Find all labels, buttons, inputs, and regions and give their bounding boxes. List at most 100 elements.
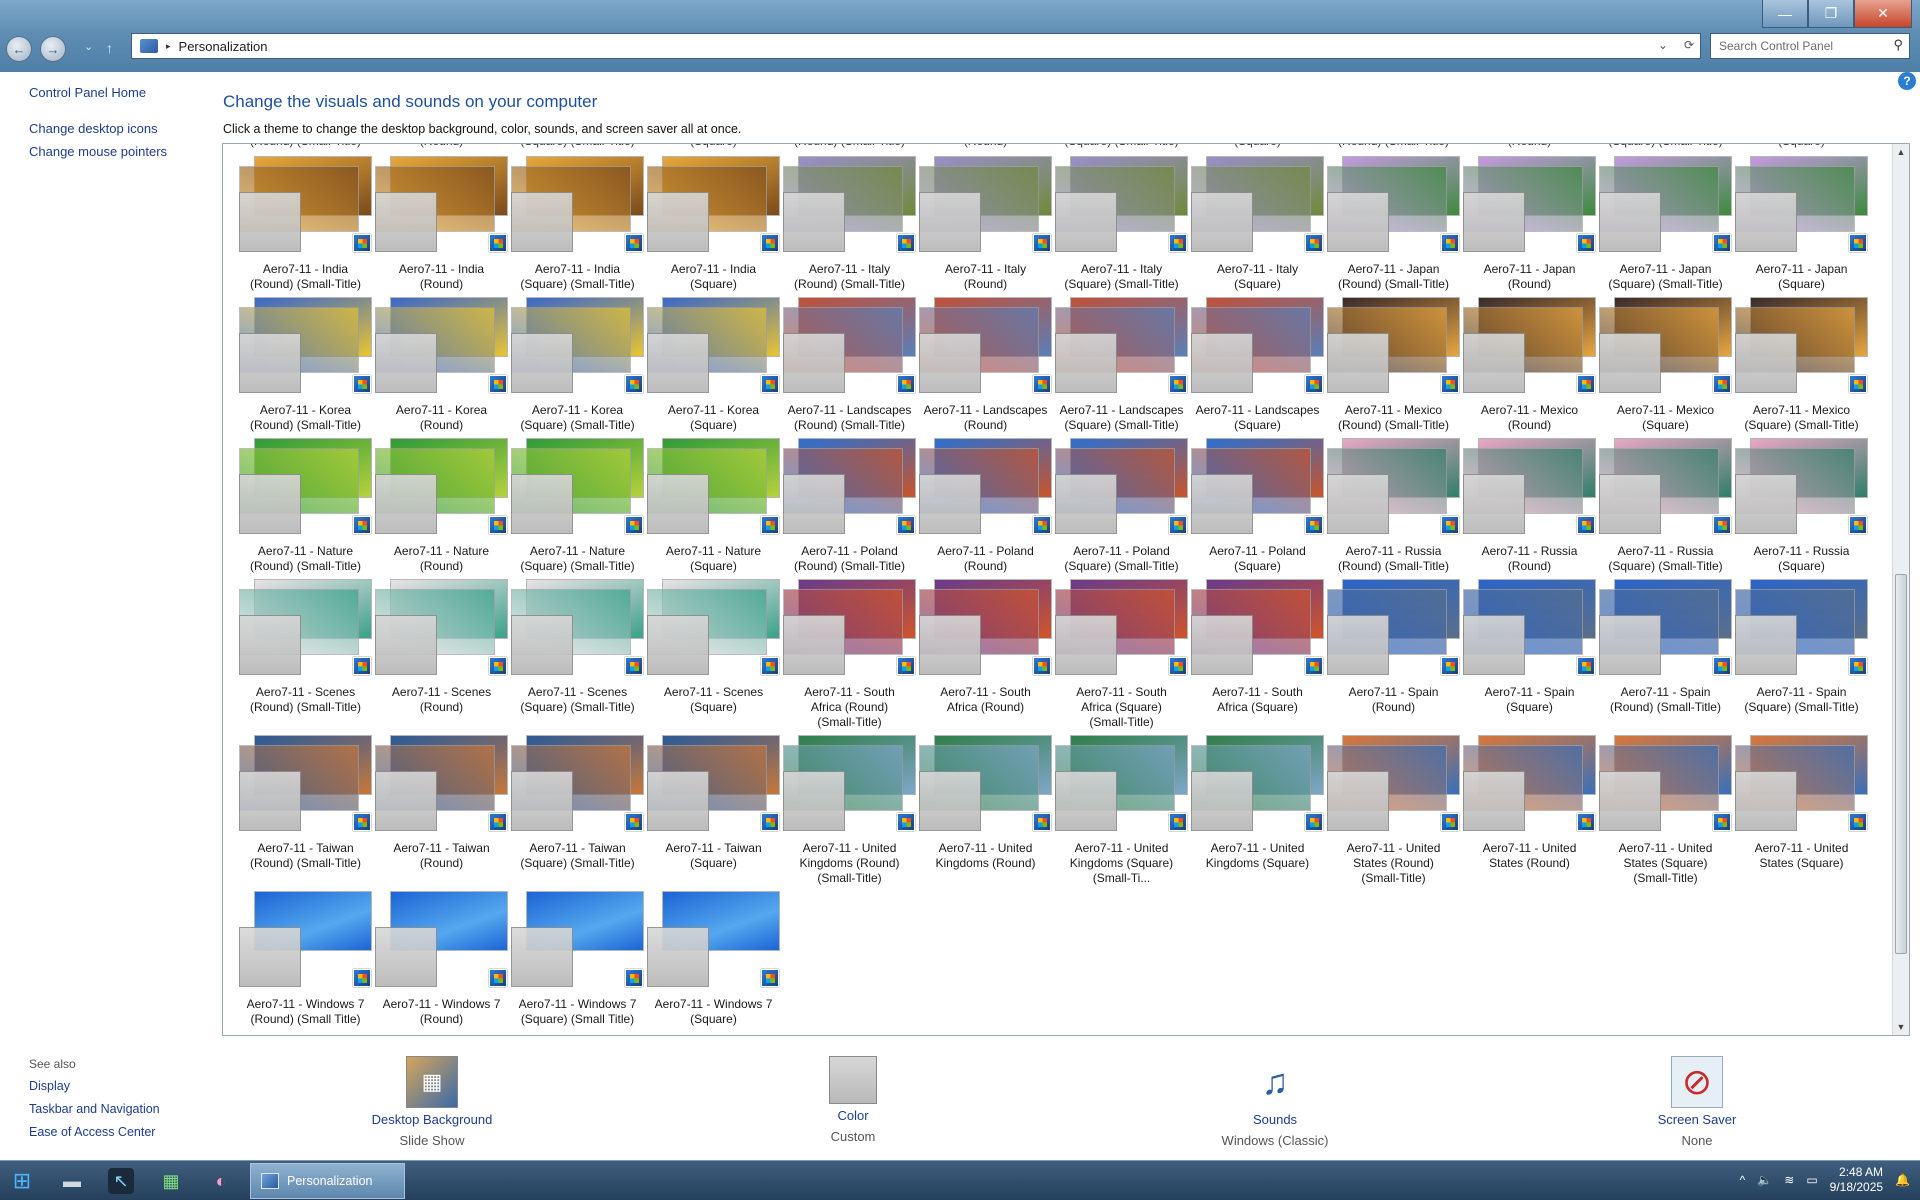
theme-tile[interactable]: Aero7-11 - Landscapes (Round)	[919, 297, 1052, 433]
clipped-theme-label[interactable]: (Square)	[1191, 144, 1324, 148]
theme-tile[interactable]: Aero7-11 - Spain (Round)	[1327, 579, 1460, 715]
theme-tile[interactable]: Aero7-11 - Japan (Round)	[1463, 156, 1596, 292]
pointer-app-icon[interactable]: ↖	[108, 1168, 134, 1194]
theme-tile[interactable]: Aero7-11 - Windows 7 (Square)	[647, 891, 780, 1027]
grid-app-icon[interactable]: ▦	[158, 1168, 184, 1194]
close-button[interactable]: ✕	[1854, 0, 1912, 28]
theme-tile[interactable]: Aero7-11 - Windows 7 (Round)	[375, 891, 508, 1027]
theme-tile[interactable]: Aero7-11 - Poland (Square)	[1191, 438, 1324, 574]
clipped-theme-label[interactable]: (Round)	[375, 144, 508, 148]
start-button[interactable]: ⊞	[9, 1168, 35, 1194]
theme-tile[interactable]: Aero7-11 - Korea (Round)	[375, 297, 508, 433]
theme-tile[interactable]: Aero7-11 - Poland (Square) (Small-Title)	[1055, 438, 1188, 574]
theme-tile[interactable]: Aero7-11 - Italy (Round)	[919, 156, 1052, 292]
breadcrumb-personalization[interactable]: Personalization	[179, 39, 268, 54]
theme-tile[interactable]: Aero7-11 - Spain (Square) (Small-Title)	[1735, 579, 1868, 715]
theme-gallery[interactable]: ▲ ▼ (Round) (Small-Title)(Round)(Square)…	[222, 143, 1910, 1036]
theme-tile[interactable]: Aero7-11 - Italy (Square) (Small-Title)	[1055, 156, 1188, 292]
theme-tile[interactable]: Aero7-11 - Italy (Round) (Small-Title)	[783, 156, 916, 292]
clipped-theme-label[interactable]: (Square) (Small-Title)	[511, 144, 644, 148]
scroll-up-button[interactable]: ▲	[1893, 144, 1909, 160]
help-button[interactable]: ?	[1898, 72, 1916, 90]
theme-tile[interactable]: Aero7-11 - India (Square) (Small-Title)	[511, 156, 644, 292]
theme-tile[interactable]: Aero7-11 - United States (Square) (Small-T…	[1599, 735, 1732, 886]
battery-icon[interactable]: ▭	[1806, 1173, 1817, 1187]
theme-tile[interactable]: Aero7-11 - United States (Round) (Small-Ti…	[1327, 735, 1460, 886]
theme-tile[interactable]: Aero7-11 - South Africa (Square) (Small-Ti…	[1055, 579, 1188, 730]
change-mouse-pointers-link[interactable]: Change mouse pointers	[29, 144, 167, 159]
theme-tile[interactable]: Aero7-11 - Nature (Square) (Small-Title)	[511, 438, 644, 574]
theme-tile[interactable]: Aero7-11 - Nature (Round) (Small-Title)	[239, 438, 372, 574]
theme-tile[interactable]: Aero7-11 - South Africa (Round)	[919, 579, 1052, 715]
desktop-background-setting[interactable]: ▦ Desktop Background Slide Show	[332, 1056, 532, 1148]
theme-tile[interactable]: Aero7-11 - India (Round)	[375, 156, 508, 292]
theme-tile[interactable]: Aero7-11 - Spain (Square)	[1463, 579, 1596, 715]
address-bar[interactable]: ▸ Personalization ⌄ ⟳	[131, 33, 1701, 59]
theme-tile[interactable]: Aero7-11 - Landscapes (Square)	[1191, 297, 1324, 433]
display-link[interactable]: Display	[29, 1079, 70, 1093]
theme-tile[interactable]: Aero7-11 - Taiwan (Square)	[647, 735, 780, 871]
refresh-button[interactable]: ⟳	[1684, 38, 1694, 52]
theme-tile[interactable]: Aero7-11 - Poland (Round)	[919, 438, 1052, 574]
theme-tile[interactable]: Aero7-11 - South Africa (Square)	[1191, 579, 1324, 715]
theme-tile[interactable]: Aero7-11 - Mexico (Round)	[1463, 297, 1596, 433]
notification-icon[interactable]: 🔔	[1895, 1173, 1910, 1187]
theme-tile[interactable]: Aero7-11 - Taiwan (Square) (Small-Title)	[511, 735, 644, 871]
scroll-down-button[interactable]: ▼	[1893, 1019, 1909, 1035]
theme-tile[interactable]: Aero7-11 - Scenes (Square)	[647, 579, 780, 715]
search-icon[interactable]: ⚲	[1893, 37, 1903, 53]
sounds-setting[interactable]: ♫ Sounds Windows (Classic)	[1175, 1056, 1375, 1148]
theme-tile[interactable]: Aero7-11 - Russia (Square)	[1735, 438, 1868, 574]
theme-tile[interactable]: Aero7-11 - India (Square)	[647, 156, 780, 292]
forward-button[interactable]: →	[40, 36, 66, 62]
wifi-icon[interactable]: ≋	[1784, 1173, 1794, 1187]
theme-tile[interactable]: Aero7-11 - Spain (Round) (Small-Title)	[1599, 579, 1732, 715]
clock[interactable]: 2:48 AM 9/18/2025	[1830, 1165, 1883, 1195]
theme-tile[interactable]: Aero7-11 - Japan (Round) (Small-Title)	[1327, 156, 1460, 292]
theme-tile[interactable]: Aero7-11 - United Kingdoms (Round) (Small-…	[783, 735, 916, 886]
clipped-theme-label[interactable]: (Square)	[647, 144, 780, 148]
theme-tile[interactable]: Aero7-11 - Windows 7 (Square) (Small Titl…	[511, 891, 644, 1027]
theme-tile[interactable]: Aero7-11 - Landscapes (Square) (Small-Tit…	[1055, 297, 1188, 433]
theme-tile[interactable]: Aero7-11 - Mexico (Round) (Small-Title)	[1327, 297, 1460, 433]
theme-tile[interactable]: Aero7-11 - Russia (Square) (Small-Title)	[1599, 438, 1732, 574]
theme-tile[interactable]: Aero7-11 - Scenes (Round)	[375, 579, 508, 715]
clipped-theme-label[interactable]: (Round) (Small-Title)	[1327, 144, 1460, 148]
theme-tile[interactable]: Aero7-11 - United States (Round)	[1463, 735, 1596, 871]
theme-tile[interactable]: Aero7-11 - Korea (Square) (Small-Title)	[511, 297, 644, 433]
theme-tile[interactable]: Aero7-11 - Korea (Square)	[647, 297, 780, 433]
theme-tile[interactable]: Aero7-11 - Japan (Square) (Small-Title)	[1599, 156, 1732, 292]
recent-pages-button[interactable]: ⌄	[84, 40, 93, 53]
screen-saver-label[interactable]: Screen Saver	[1597, 1112, 1797, 1127]
volume-icon[interactable]: 🔈	[1757, 1173, 1772, 1187]
color-label[interactable]: Color	[753, 1108, 953, 1123]
scrollbar-thumb[interactable]	[1895, 574, 1907, 954]
theme-tile[interactable]: Aero7-11 - Scenes (Square) (Small-Title)	[511, 579, 644, 715]
theme-tile[interactable]: Aero7-11 - United States (Square)	[1735, 735, 1868, 871]
theme-tile[interactable]: Aero7-11 - Italy (Square)	[1191, 156, 1324, 292]
theme-tile[interactable]: Aero7-11 - Nature (Round)	[375, 438, 508, 574]
theme-tile[interactable]: Aero7-11 - Taiwan (Round)	[375, 735, 508, 871]
theme-tile[interactable]: Aero7-11 - Landscapes (Round) (Small-Titl…	[783, 297, 916, 433]
theme-tile[interactable]: Aero7-11 - Scenes (Round) (Small-Title)	[239, 579, 372, 715]
screen-saver-setting[interactable]: ⊘ Screen Saver None	[1597, 1056, 1797, 1148]
theme-tile[interactable]: Aero7-11 - Poland (Round) (Small-Title)	[783, 438, 916, 574]
clipped-theme-label[interactable]: (Round) (Small-Title)	[783, 144, 916, 148]
vertical-scrollbar[interactable]: ▲ ▼	[1892, 144, 1909, 1035]
clipped-theme-label[interactable]: (Round)	[1463, 144, 1596, 148]
theme-tile[interactable]: Aero7-11 - Korea (Round) (Small-Title)	[239, 297, 372, 433]
theme-tile[interactable]: Aero7-11 - United Kingdoms (Round)	[919, 735, 1052, 871]
file-explorer-icon[interactable]: ▬	[59, 1168, 85, 1194]
theme-tile[interactable]: Aero7-11 - South Africa (Round) (Small-Tit…	[783, 579, 916, 730]
theme-tile[interactable]: Aero7-11 - Mexico (Square)	[1599, 297, 1732, 433]
color-setting[interactable]: Color Custom	[753, 1056, 953, 1144]
ease-of-access-link[interactable]: Ease of Access Center	[29, 1125, 155, 1139]
clipped-theme-label[interactable]: (Round) (Small-Title)	[239, 144, 372, 148]
tray-overflow-chevron-icon[interactable]: ^	[1740, 1173, 1746, 1187]
change-desktop-icons-link[interactable]: Change desktop icons	[29, 121, 158, 136]
theme-tile[interactable]: Aero7-11 - Mexico (Square) (Small-Title)	[1735, 297, 1868, 433]
theme-tile[interactable]: Aero7-11 - United Kingdoms (Square)	[1191, 735, 1324, 871]
clipped-theme-label[interactable]: (Square)	[1735, 144, 1868, 148]
taskbar-navigation-link[interactable]: Taskbar and Navigation	[29, 1102, 160, 1116]
theme-tile[interactable]: Aero7-11 - India (Round) (Small-Title)	[239, 156, 372, 292]
